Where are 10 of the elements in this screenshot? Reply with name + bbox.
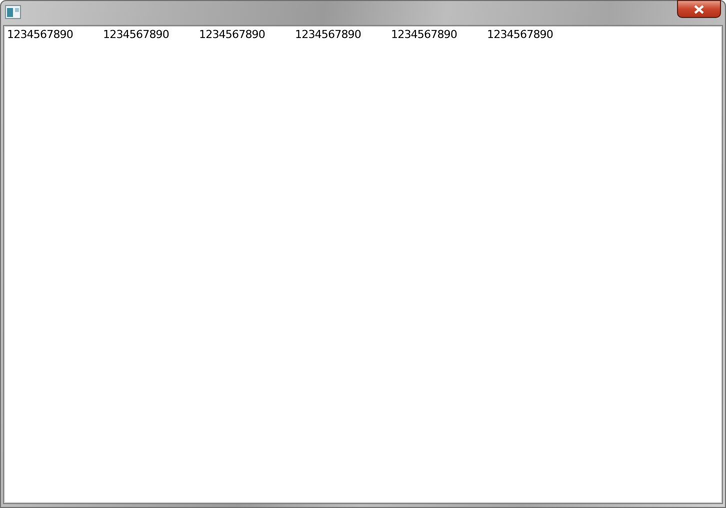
text-value: 1234567890: [199, 27, 266, 42]
text-value: 1234567890: [295, 27, 362, 42]
text-value: 1234567890: [391, 27, 458, 42]
text-value: 1234567890: [487, 27, 554, 42]
close-icon: [694, 4, 704, 14]
app-icon: [5, 5, 21, 19]
close-button[interactable]: [677, 0, 721, 18]
text-value: 1234567890: [7, 27, 74, 42]
text-area[interactable]: 1234567890 1234567890 1234567890 1234567890 1234567890 1234567890: [3, 25, 723, 504]
text-value: 1234567890: [103, 27, 170, 42]
